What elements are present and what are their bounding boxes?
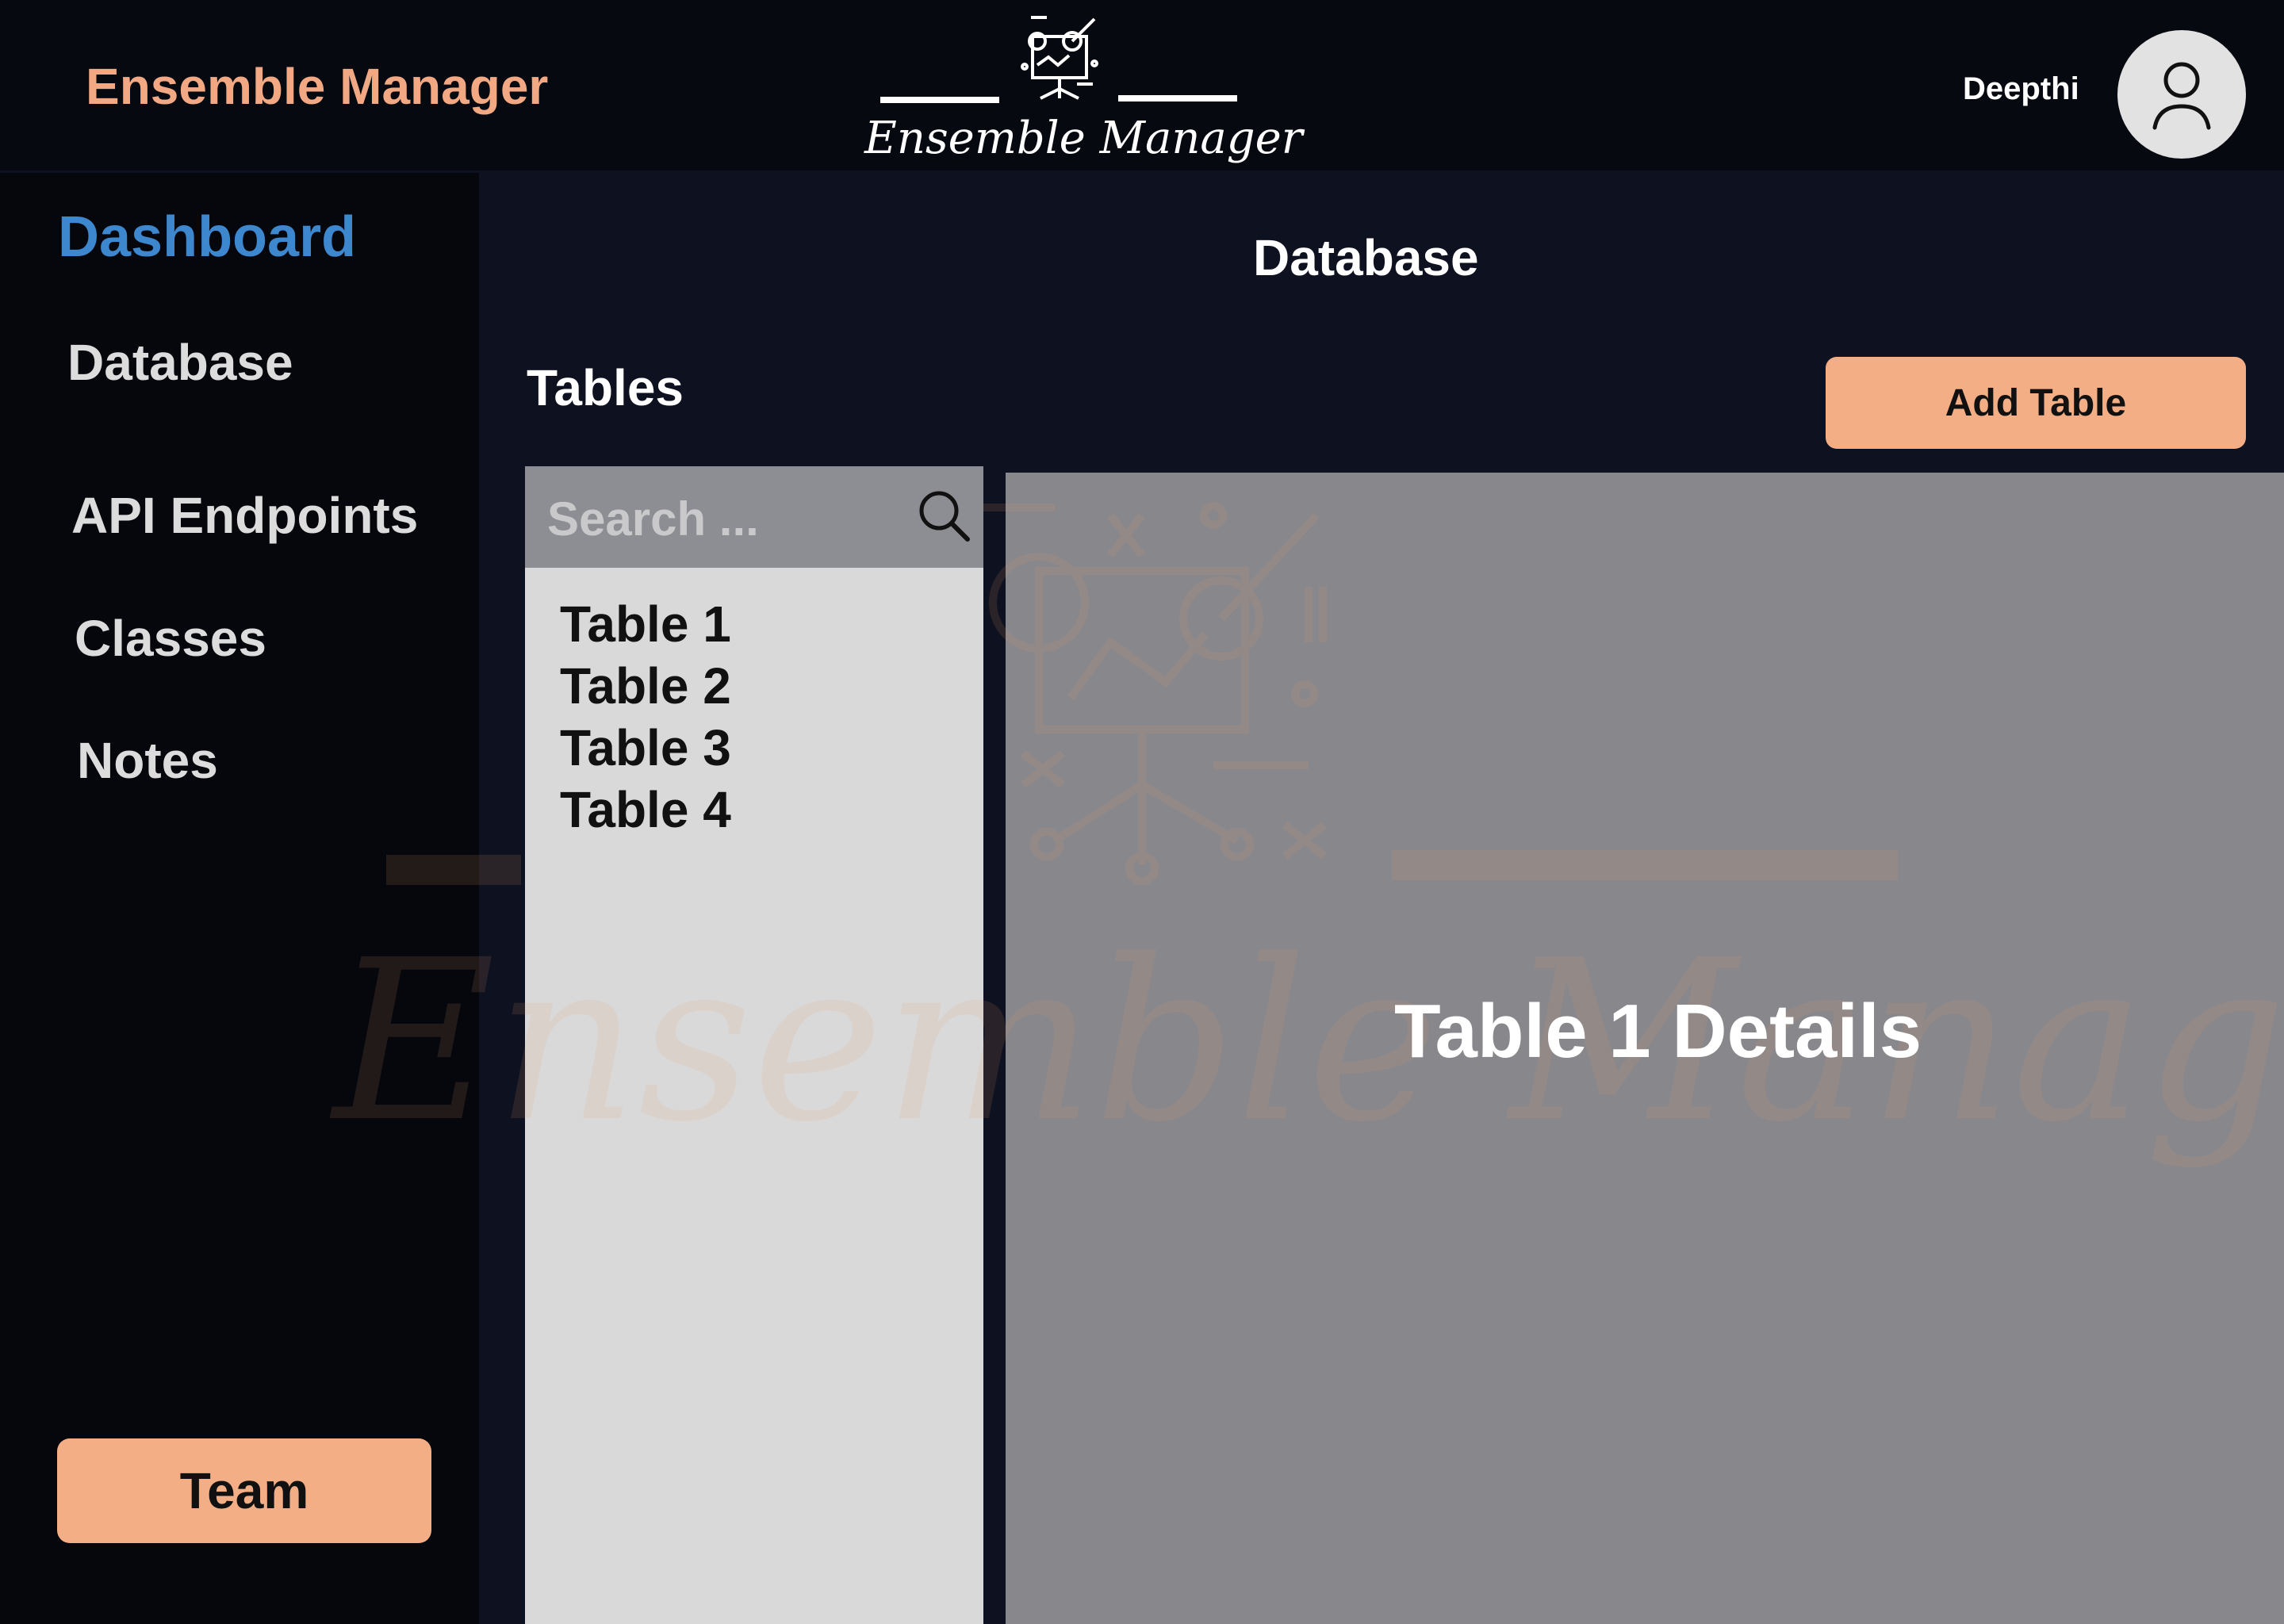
- user-name[interactable]: Deepthi: [1963, 71, 2079, 107]
- table-list: Table 1 Table 2 Table 3 Table 4: [560, 593, 731, 841]
- sidebar-item-api-endpoints[interactable]: API Endpoints: [71, 486, 418, 545]
- search-icon[interactable]: [914, 485, 974, 546]
- sidebar: Dashboard Database API Endpoints Classes…: [0, 173, 479, 1624]
- search-input[interactable]: [546, 490, 895, 547]
- sidebar-item-database[interactable]: Database: [67, 333, 293, 392]
- avatar[interactable]: [2117, 30, 2246, 159]
- table-list-item-4[interactable]: Table 4: [560, 779, 731, 841]
- sidebar-item-classes[interactable]: Classes: [75, 609, 266, 668]
- table-list-item-3[interactable]: Table 3: [560, 717, 731, 779]
- table-details-panel: Table 1 Details: [1006, 473, 2284, 1624]
- tables-heading: Tables: [527, 359, 684, 416]
- sidebar-item-notes[interactable]: Notes: [77, 731, 218, 790]
- sidebar-item-dashboard[interactable]: Dashboard: [58, 205, 356, 270]
- search-bar: [525, 466, 983, 568]
- add-table-button[interactable]: Add Table: [1826, 357, 2246, 449]
- top-header: Ensemble Manager Ensemble Manager Deepth…: [0, 0, 2284, 170]
- app-title: Ensemble Manager: [86, 58, 549, 115]
- team-button[interactable]: Team: [57, 1438, 431, 1543]
- table-list-panel: Table 1 Table 2 Table 3 Table 4: [525, 466, 983, 1624]
- presentation-board-icon: [880, 16, 1237, 103]
- table-details-title: Table 1 Details: [1394, 989, 1922, 1074]
- page-title: Database: [1253, 229, 1479, 286]
- logo-text: Ensemble Manager: [864, 113, 1303, 164]
- table-list-item-2[interactable]: Table 2: [560, 655, 731, 717]
- user-icon: [2152, 62, 2211, 130]
- logo: Ensemble Manager: [864, 10, 1303, 168]
- table-list-item-1[interactable]: Table 1: [560, 593, 731, 655]
